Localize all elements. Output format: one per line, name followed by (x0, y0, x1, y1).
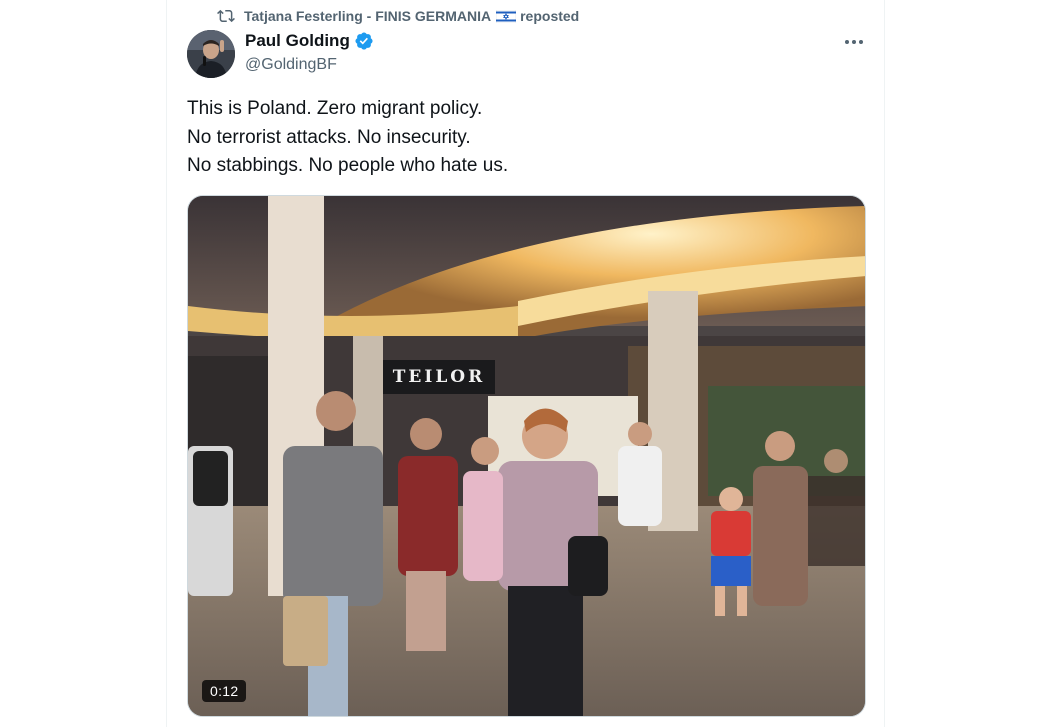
repost-icon (217, 7, 235, 25)
video-frame (188, 196, 865, 716)
more-options-button[interactable] (839, 28, 869, 54)
author-handle[interactable]: @GoldingBF (245, 56, 337, 74)
tweet-line: No terrorist attacks. No insecurity. (187, 126, 471, 148)
repost-label: reposted (520, 8, 580, 24)
more-dots-icon (844, 32, 864, 50)
timeline-column: Tatjana Festerling - FINIS GERMANIA repo… (166, 0, 885, 727)
repost-user-name[interactable]: Tatjana Festerling - FINIS GERMANIA (244, 8, 491, 24)
tweet-text: This is Poland. Zero migrant policy. No … (187, 95, 857, 181)
store-sign: TEILOR (383, 360, 495, 394)
tweet-line: No stabbings. No people who hate us. (187, 155, 509, 176)
author-avatar[interactable] (187, 30, 235, 78)
author-name-text[interactable]: Paul Golding (245, 31, 350, 51)
repost-context[interactable]: Tatjana Festerling - FINIS GERMANIA repo… (217, 6, 579, 26)
video-duration-badge: 0:12 (202, 680, 247, 702)
israel-flag-icon (495, 9, 517, 23)
verified-badge-icon (354, 31, 374, 51)
video-player[interactable]: TEILOR 0:12 (187, 195, 866, 717)
author-name[interactable]: Paul Golding (245, 30, 374, 52)
tweet-line: This is Poland. Zero migrant policy. (187, 98, 483, 119)
